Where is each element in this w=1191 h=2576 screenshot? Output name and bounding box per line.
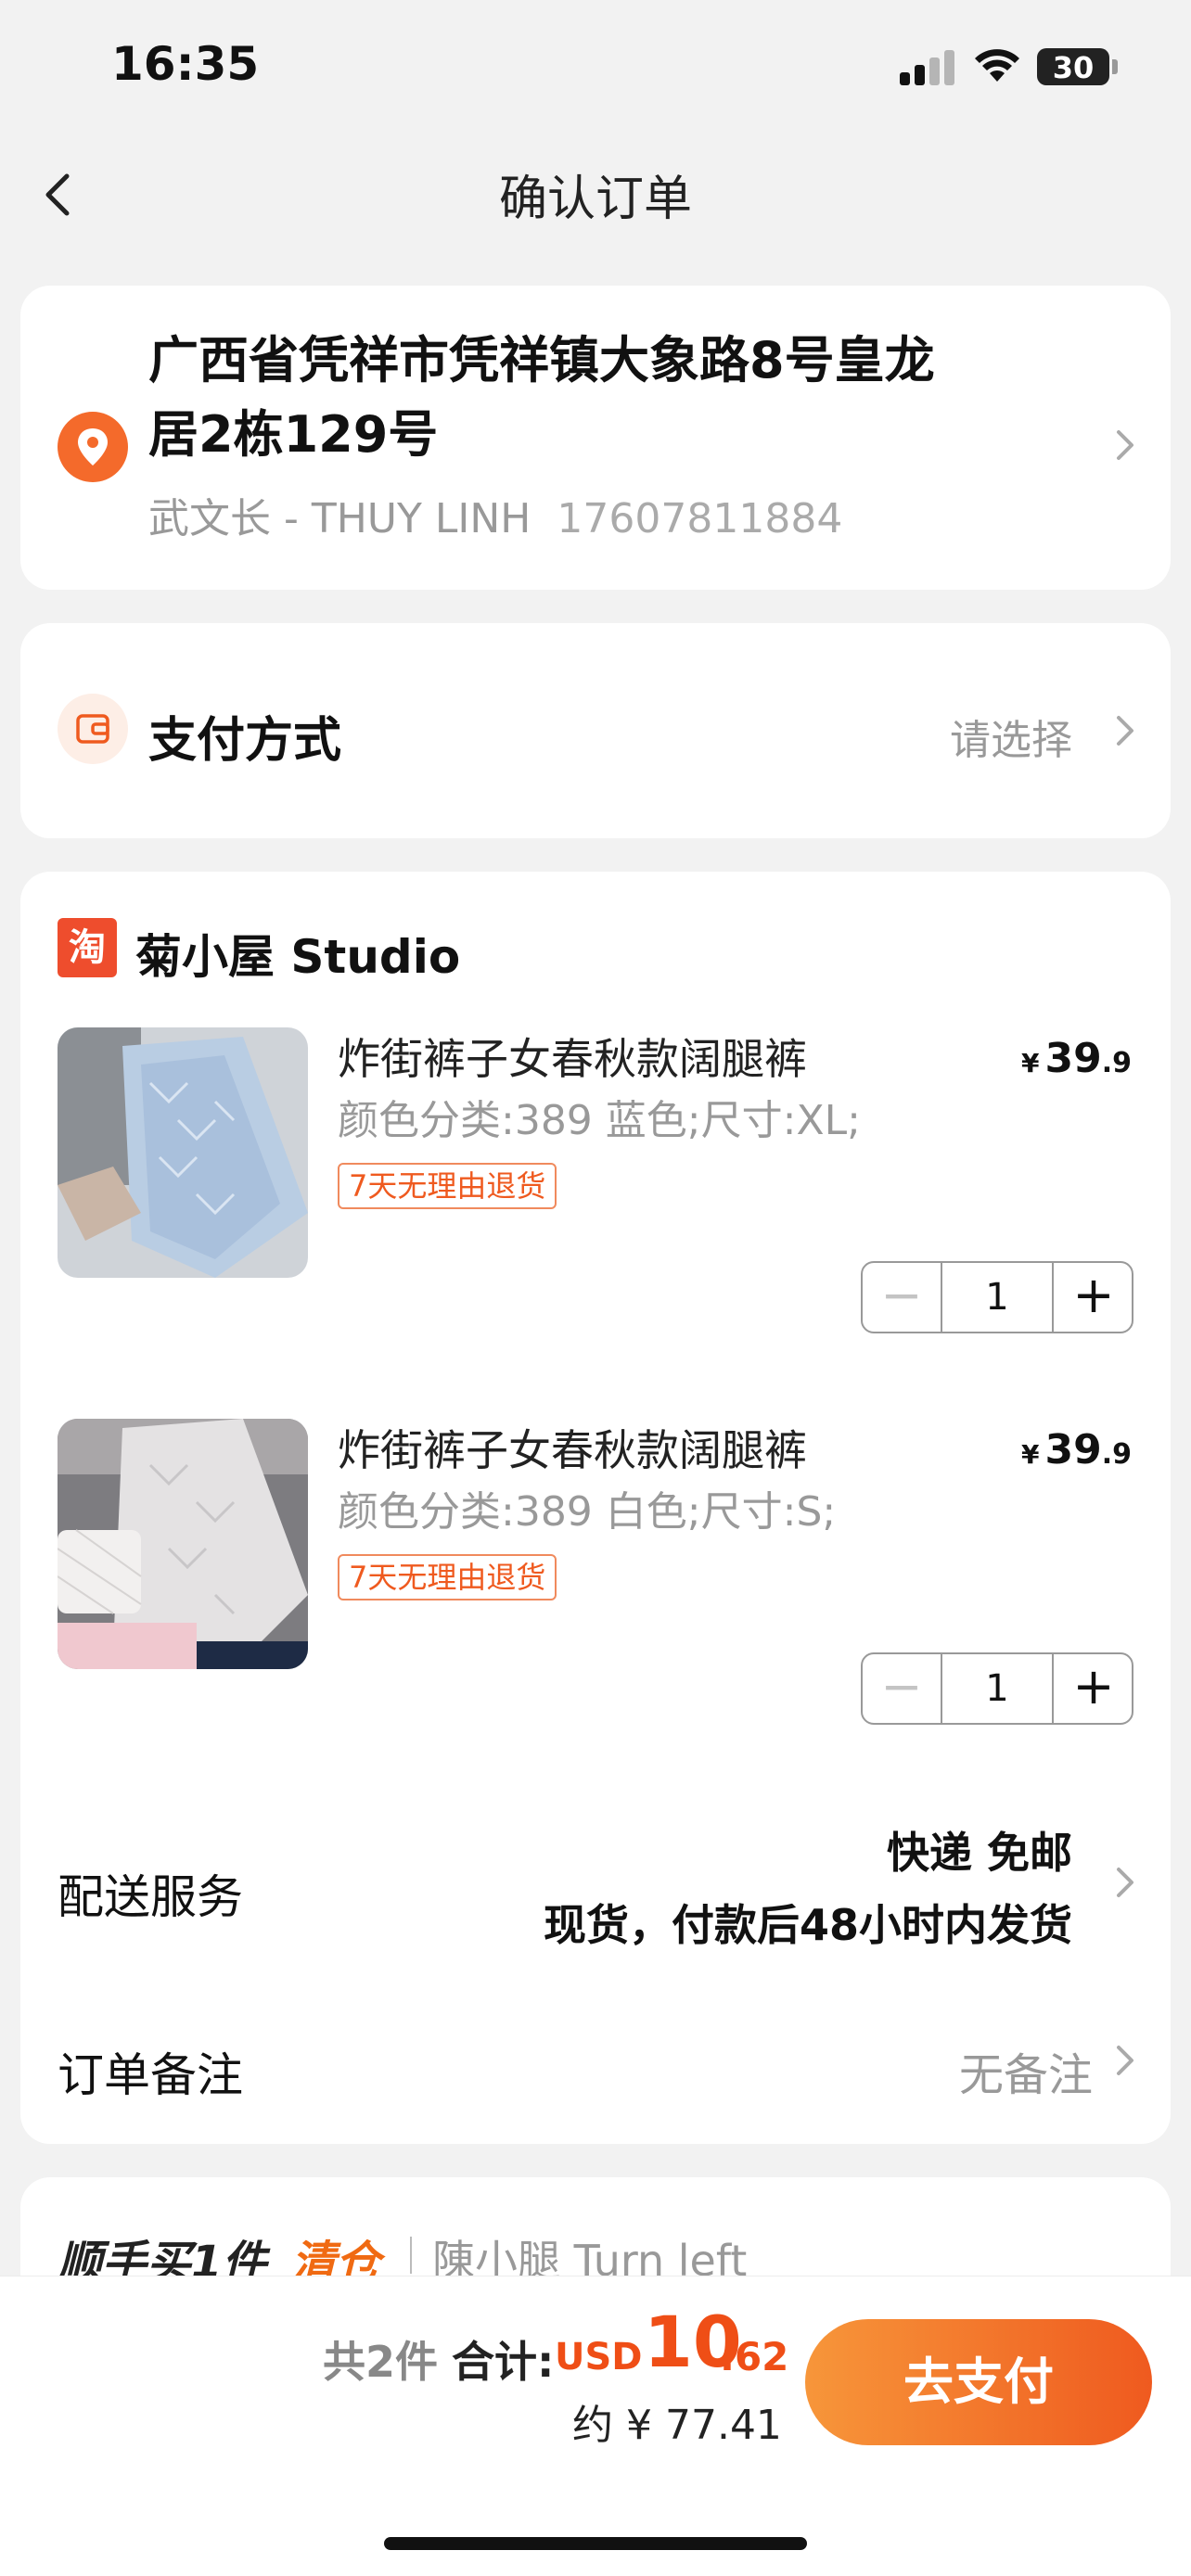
quantity-increase-button[interactable]: + xyxy=(1054,1263,1133,1332)
address-contact: 武文长 - THUY LINH 17607811884 xyxy=(148,485,842,544)
quantity-stepper: − 1 + xyxy=(861,1261,1133,1333)
total-amount-dec: .62 xyxy=(720,2334,789,2379)
quantity-decrease-button[interactable]: − xyxy=(863,1263,942,1332)
product-image[interactable] xyxy=(58,1027,308,1278)
quantity-stepper: − 1 + xyxy=(861,1652,1133,1725)
battery-icon: 30 xyxy=(1037,48,1109,85)
item-count: 共2件 xyxy=(323,2337,439,2387)
address-card[interactable]: 广西省凭祥市凭祥镇大象路8号皇龙 居2栋129号 武文长 - THUY LINH… xyxy=(20,286,1171,590)
product-title: 炸街裤子女春秋款阔腿裤 xyxy=(338,1425,807,1475)
battery-tip xyxy=(1112,59,1118,74)
chevron-right-icon xyxy=(1117,1868,1133,1897)
quantity-value[interactable]: 1 xyxy=(942,1654,1054,1723)
product-price: ¥39.9 xyxy=(1021,1035,1132,1082)
contact-phone: 17607811884 xyxy=(557,495,843,542)
page-title: 确认订单 xyxy=(498,172,692,227)
payment-method-card[interactable]: 支付方式 请选择 xyxy=(20,623,1171,838)
signal-icon xyxy=(900,48,955,85)
shipping-time: 现货，付款后48小时内发货 xyxy=(543,1900,1072,1950)
quantity-value[interactable]: 1 xyxy=(942,1263,1054,1332)
payment-value: 请选择 xyxy=(950,717,1072,764)
shipping-method: 快递 免邮 xyxy=(886,1828,1072,1878)
price-dec: .9 xyxy=(1101,1438,1132,1471)
payment-label: 支付方式 xyxy=(148,713,342,769)
shop-order-card: 淘 菊小屋 Studio 炸街裤子女春秋款阔腿裤 颜色分类:389 蓝色;尺寸:… xyxy=(20,872,1171,2144)
checkout-bar: 共2件 合计: USD 10 .62 约 ¥ 77.41 去支付 xyxy=(0,2276,1191,2576)
product-image[interactable] xyxy=(58,1419,308,1669)
location-pin-icon xyxy=(58,412,128,482)
chevron-right-icon xyxy=(1117,716,1133,746)
product-price: ¥39.9 xyxy=(1021,1426,1132,1473)
approx-cny-total: 约 ¥ 77.41 xyxy=(572,2402,782,2449)
nav-bar: 确认订单 xyxy=(0,139,1191,252)
contact-name: 武文长 - THUY LINH xyxy=(148,495,531,542)
shipping-label: 配送服务 xyxy=(58,1870,243,1924)
price-dec: .9 xyxy=(1101,1047,1132,1079)
address-line-1: 广西省凭祥市凭祥镇大象路8号皇龙 xyxy=(148,331,935,389)
chevron-right-icon xyxy=(1117,2046,1133,2075)
quantity-increase-button[interactable]: + xyxy=(1054,1654,1133,1723)
shop-logo-icon: 淘 xyxy=(58,918,117,977)
price-int: 39 xyxy=(1044,1426,1102,1473)
product-spec: 颜色分类:389 白色;尺寸:S; xyxy=(338,1488,837,1536)
price-int: 39 xyxy=(1044,1035,1102,1082)
product-spec: 颜色分类:389 蓝色;尺寸:XL; xyxy=(338,1097,861,1144)
product-title: 炸街裤子女春秋款阔腿裤 xyxy=(338,1034,807,1084)
return-policy-badge: 7天无理由退货 xyxy=(338,1163,557,1209)
quantity-decrease-button[interactable]: − xyxy=(863,1654,942,1723)
wifi-icon xyxy=(975,49,1019,82)
wallet-icon xyxy=(58,694,128,764)
status-bar: 16:35 30 xyxy=(0,0,1191,139)
shop-name[interactable]: 菊小屋 Studio xyxy=(135,920,460,987)
address-line-2: 居2栋129号 xyxy=(148,405,439,464)
total-label: 合计: xyxy=(452,2337,555,2387)
battery-level: 30 xyxy=(1052,50,1095,85)
upsell-divider xyxy=(410,2237,412,2274)
pay-button[interactable]: 去支付 xyxy=(805,2319,1152,2445)
total-currency: USD xyxy=(555,2336,643,2378)
home-indicator[interactable] xyxy=(384,2537,807,2550)
order-note-value: 无备注 xyxy=(958,2049,1093,2101)
chevron-right-icon xyxy=(1117,430,1133,460)
return-policy-badge: 7天无理由退货 xyxy=(338,1554,557,1600)
order-note-label: 订单备注 xyxy=(58,2048,243,2102)
status-time: 16:35 xyxy=(111,37,260,91)
price-currency: ¥ xyxy=(1021,1439,1040,1470)
price-currency: ¥ xyxy=(1021,1048,1040,1078)
